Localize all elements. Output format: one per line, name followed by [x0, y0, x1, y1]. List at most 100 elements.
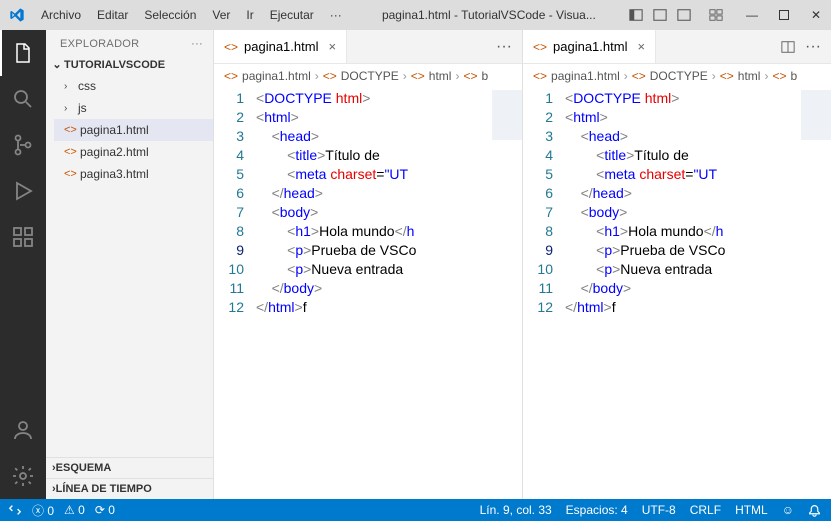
code-editor[interactable]: 123456789101112<DOCTYPE html><html> <hea… [214, 88, 522, 499]
menu-bar: Archivo Editar Selección Ver Ir Ejecutar… [34, 4, 349, 26]
breadcrumb-item[interactable]: pagina1.html [242, 69, 311, 83]
sidebar-explorer: EXPLORADOR ··· ⌄ TUTORIALVSCODE ›css ›js… [46, 30, 214, 499]
breadcrumb[interactable]: <> pagina1.html ›<>DOCTYPE ›<>html ›<>b [523, 64, 831, 88]
close-tab-icon[interactable]: × [328, 39, 336, 54]
menu-archivo[interactable]: Archivo [34, 4, 88, 26]
sidebar-header-label: EXPLORADOR [60, 38, 139, 50]
html-file-icon: <> [224, 40, 238, 54]
menu-ejecutar[interactable]: Ejecutar [263, 4, 321, 26]
layout-grid-icon[interactable] [709, 8, 723, 22]
breadcrumb-item[interactable]: html [429, 69, 452, 83]
tree-file-pagina3[interactable]: <>pagina3.html [54, 163, 213, 185]
html-file-icon: <> [64, 124, 80, 136]
html-file-icon: <> [64, 146, 80, 158]
minimap[interactable] [492, 90, 522, 140]
menu-editar[interactable]: Editar [90, 4, 135, 26]
code-lines[interactable]: <DOCTYPE html><html> <head> <title>Títul… [256, 88, 522, 318]
status-warnings[interactable]: ⚠ 0 [64, 503, 85, 517]
tree-label: pagina1.html [80, 123, 149, 137]
chevron-down-icon: ⌄ [50, 58, 64, 71]
editor-more-icon[interactable]: ··· [496, 38, 512, 56]
editor-tab[interactable]: <> pagina1.html × [214, 30, 347, 63]
html-file-icon: <> [224, 69, 238, 83]
status-ports[interactable]: ⟳ 0 [95, 503, 115, 517]
chevron-right-icon: › [64, 81, 78, 92]
breadcrumb-item[interactable]: pagina1.html [551, 69, 620, 83]
status-bell-icon[interactable] [808, 504, 821, 517]
sidebar-project-name: TUTORIALVSCODE [64, 59, 165, 71]
activity-run-debug-icon[interactable] [0, 168, 46, 214]
tag-icon: <> [323, 69, 337, 83]
tree-folder-js[interactable]: ›js [54, 97, 213, 119]
minimap[interactable] [801, 90, 831, 140]
tag-icon: <> [632, 69, 646, 83]
html-file-icon: <> [64, 168, 80, 180]
menu-ver[interactable]: Ver [205, 4, 237, 26]
tab-label: pagina1.html [244, 39, 318, 54]
status-errors[interactable]: ⓧ 0 [32, 502, 54, 519]
menu-more[interactable]: ··· [323, 4, 349, 26]
split-editor-icon[interactable] [781, 40, 795, 54]
tree-file-pagina1[interactable]: <>pagina1.html [54, 119, 213, 141]
editor-group-left: <> pagina1.html × ··· <> pagina1.html ›<… [214, 30, 523, 499]
tree-label: js [78, 101, 87, 115]
close-tab-icon[interactable]: × [637, 39, 645, 54]
code-lines[interactable]: <DOCTYPE html><html> <head> <title>Títul… [565, 88, 831, 318]
breadcrumb-item[interactable]: b [481, 69, 488, 83]
activity-search-icon[interactable] [0, 76, 46, 122]
activity-explorer-icon[interactable] [0, 30, 46, 76]
editor-tab[interactable]: <> pagina1.html × [523, 30, 656, 63]
menu-seleccion[interactable]: Selección [137, 4, 203, 26]
breadcrumb-item[interactable]: b [790, 69, 797, 83]
breadcrumb[interactable]: <> pagina1.html ›<>DOCTYPE ›<>html ›<>b [214, 64, 522, 88]
tab-label: pagina1.html [553, 39, 627, 54]
html-file-icon: <> [533, 69, 547, 83]
sidebar-project-header[interactable]: ⌄ TUTORIALVSCODE [46, 56, 213, 75]
sidebar-more-icon[interactable]: ··· [191, 38, 203, 50]
sidebar-outline-header[interactable]: ›ESQUEMA [46, 457, 213, 478]
tree-label: pagina3.html [80, 167, 149, 181]
layout-bottom-icon[interactable] [653, 8, 667, 22]
sidebar-section-label: ESQUEMA [56, 462, 112, 474]
status-feedback-icon[interactable]: ☺ [782, 503, 794, 517]
activity-settings-icon[interactable] [0, 453, 46, 499]
breadcrumb-item[interactable]: html [738, 69, 761, 83]
menu-ir[interactable]: Ir [239, 4, 260, 26]
tree-folder-css[interactable]: ›css [54, 75, 213, 97]
status-lang[interactable]: HTML [735, 503, 768, 517]
tree-file-pagina2[interactable]: <>pagina2.html [54, 141, 213, 163]
tag-icon: <> [463, 69, 477, 83]
tag-icon: <> [720, 69, 734, 83]
activity-account-icon[interactable] [0, 407, 46, 453]
editor-more-icon[interactable]: ··· [805, 38, 821, 56]
breadcrumb-item[interactable]: DOCTYPE [341, 69, 399, 83]
chevron-right-icon: › [64, 103, 78, 114]
editor-area: <> pagina1.html × ··· <> pagina1.html ›<… [214, 30, 831, 499]
line-gutter: 123456789101112 [214, 88, 256, 318]
code-editor[interactable]: 123456789101112<DOCTYPE html><html> <hea… [523, 88, 831, 499]
status-ln-col[interactable]: Lín. 9, col. 33 [480, 503, 552, 517]
layout-right-icon[interactable] [677, 8, 691, 22]
html-file-icon: <> [533, 40, 547, 54]
close-button[interactable]: ✕ [809, 8, 823, 22]
activity-source-control-icon[interactable] [0, 122, 46, 168]
status-remote-icon[interactable] [8, 503, 22, 517]
status-encoding[interactable]: UTF-8 [642, 503, 676, 517]
breadcrumb-item[interactable]: DOCTYPE [650, 69, 708, 83]
status-spaces[interactable]: Espacios: 4 [566, 503, 628, 517]
status-bar: ⓧ 0 ⚠ 0 ⟳ 0 Lín. 9, col. 33 Espacios: 4 … [0, 499, 831, 521]
sidebar-timeline-header[interactable]: ›LÍNEA DE TIEMPO [46, 478, 213, 499]
status-eol[interactable]: CRLF [690, 503, 721, 517]
activity-extensions-icon[interactable] [0, 214, 46, 260]
window-title: pagina1.html - TutorialVSCode - Visua... [382, 8, 596, 22]
minimize-button[interactable]: ― [745, 8, 759, 22]
tag-icon: <> [772, 69, 786, 83]
tag-icon: <> [411, 69, 425, 83]
layout-left-icon[interactable] [629, 8, 643, 22]
maximize-button[interactable] [777, 8, 791, 22]
tree-label: css [78, 79, 96, 93]
editor-group-right: <> pagina1.html × ··· <> pagina1.html ›<… [523, 30, 831, 499]
sidebar-section-label: LÍNEA DE TIEMPO [56, 483, 152, 495]
file-tree: ›css ›js <>pagina1.html <>pagina2.html <… [46, 75, 213, 185]
vscode-logo-icon [0, 7, 34, 23]
